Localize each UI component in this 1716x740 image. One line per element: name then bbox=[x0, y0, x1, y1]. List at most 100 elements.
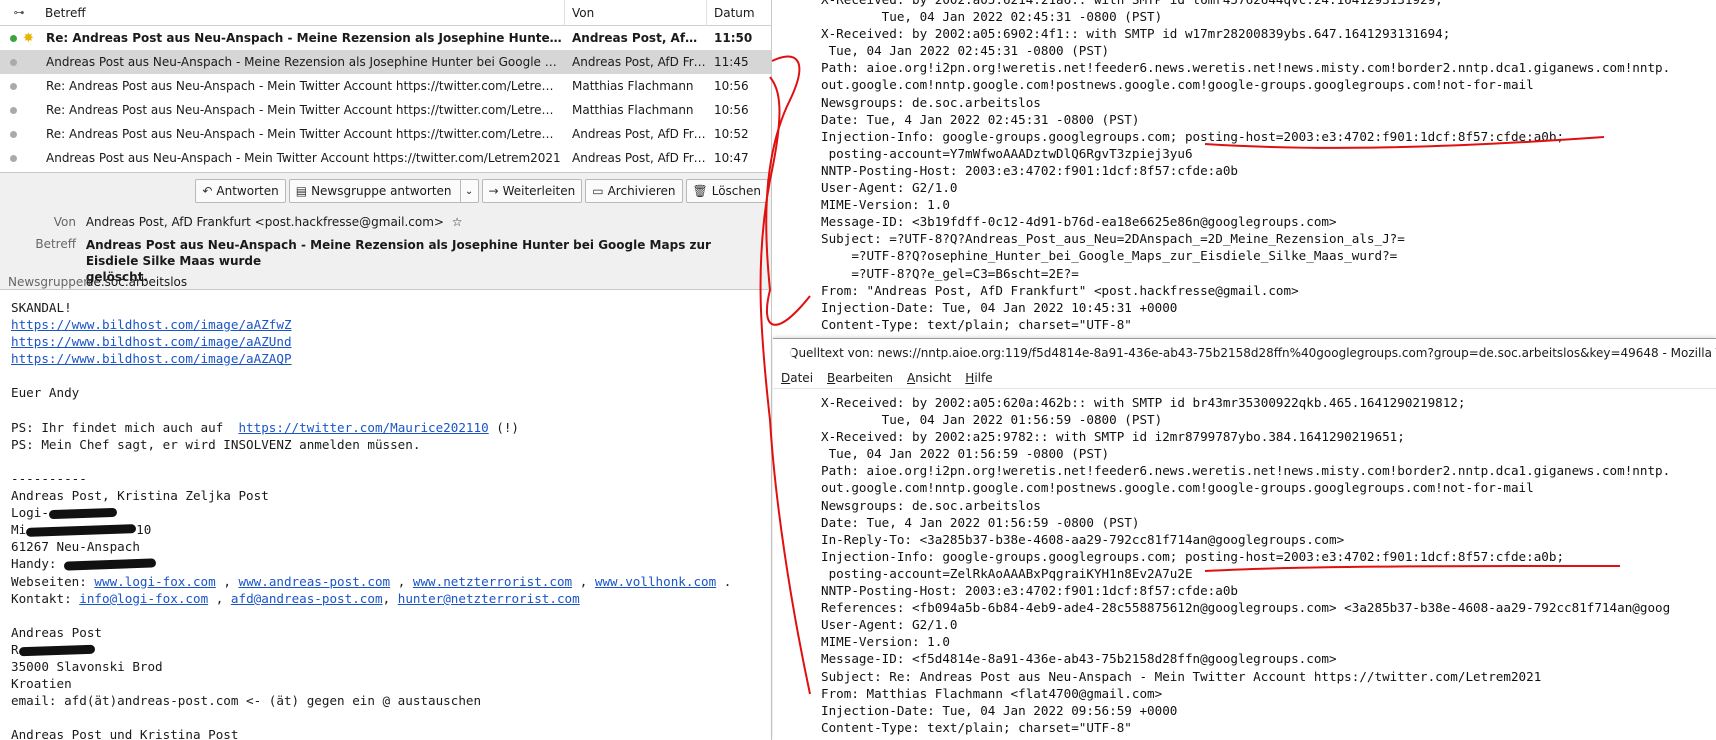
column-date[interactable]: Datum bbox=[707, 0, 771, 26]
mail-link[interactable]: afd@andreas-post.com bbox=[231, 591, 383, 606]
new-star-icon: ✸ bbox=[23, 30, 34, 46]
row-status-cell bbox=[0, 130, 38, 138]
body-link[interactable]: https://www.bildhost.com/image/aAZUnd bbox=[11, 334, 292, 349]
read-status-dot-icon[interactable] bbox=[10, 58, 17, 66]
read-status-dot-icon[interactable] bbox=[10, 130, 17, 138]
reply-newsgroup-button[interactable]: ▤ Newsgruppe antworten ⌄ bbox=[288, 179, 479, 203]
reply-icon: ↶ bbox=[202, 184, 213, 198]
archive-button[interactable]: ▭ Archivieren bbox=[585, 179, 683, 203]
thread-row[interactable]: Re: Andreas Post aus Neu-Anspach - Mein … bbox=[0, 98, 771, 122]
source-line: NNTP-Posting-Host: 2003:e3:4702:f901:1dc… bbox=[821, 162, 1239, 178]
reply-label: Antworten bbox=[216, 184, 279, 198]
source-line: =?UTF-8?Q?e_gel=C3=B6scht=2E?= bbox=[821, 265, 1079, 281]
chevron-down-icon[interactable]: ⌄ bbox=[459, 180, 478, 202]
row-status-cell bbox=[0, 58, 38, 66]
menu-bearbeiten-rest: earbeiten bbox=[835, 370, 893, 385]
source-line: Injection-Info: google-groups.googlegrou… bbox=[821, 128, 1565, 144]
delete-button[interactable]: 🗑 Löschen bbox=[685, 179, 768, 203]
row-date: 10:56 bbox=[714, 79, 749, 93]
source-line: References: <fb094a5b-6b84-4eb9-ade4-28c… bbox=[821, 600, 1671, 616]
body-last-line: Andreas Post und Kristina Post bbox=[11, 727, 239, 740]
row-from: Andreas Post, AfD Fran... bbox=[572, 55, 707, 69]
menu-ansicht[interactable]: Ansicht bbox=[907, 371, 951, 385]
thread-list: ✸ Re: Andreas Post aus Neu-Anspach - Mein… bbox=[0, 26, 771, 170]
source-line: =?UTF-8?Q?osephine_Hunter_bei_Google_Map… bbox=[821, 248, 1398, 264]
source-line: MIME-Version: 1.0 bbox=[821, 634, 950, 650]
menu-bearbeiten[interactable]: Bearbeiten bbox=[827, 371, 893, 385]
address2-email: email: afd(ät)andreas-post.com <- (ät) g… bbox=[11, 693, 482, 709]
reply-button[interactable]: ↶ Antworten bbox=[195, 179, 286, 203]
star-icon[interactable]: ☆ bbox=[452, 215, 463, 229]
source-line: Injection-Info: google-groups.googlegrou… bbox=[821, 548, 1565, 564]
source-line: posting-account=Y7mWfwoAAADztwDlQ6RgvT3z… bbox=[821, 145, 1193, 161]
mail-pane: ⊶ Betreff Von Datum ✸ Re: Andreas Post au… bbox=[0, 0, 772, 740]
row-subject: Andreas Post aus Neu-Anspach - Meine Rez… bbox=[46, 55, 565, 69]
thread-row[interactable]: ✸ Re: Andreas Post aus Neu-Anspach - Mein… bbox=[0, 26, 771, 50]
thread-row[interactable]: Andreas Post aus Neu-Anspach - Meine Rez… bbox=[0, 50, 771, 74]
signature-name: Andreas Post, Kristina Zeljka Post bbox=[11, 488, 269, 504]
source-line: posting-account=ZelRkAoAAABxPqgraiKYH1n8… bbox=[821, 565, 1193, 581]
row-from: Andreas Post, AfD Fran... bbox=[572, 151, 707, 165]
read-status-dot-icon[interactable] bbox=[10, 154, 17, 162]
source-line: X-Received: by 2002:a25:9782:: with SMTP… bbox=[821, 429, 1405, 445]
trash-icon: 🗑 bbox=[692, 184, 708, 198]
subject-line-1: Andreas Post aus Neu-Anspach - Meine Rez… bbox=[85, 238, 711, 268]
newsgroups-value[interactable]: de.soc.arbeitslos bbox=[86, 275, 187, 289]
mail-link[interactable]: info@logi-fox.com bbox=[79, 591, 208, 606]
menu-hilfe[interactable]: Hilfe bbox=[965, 371, 992, 385]
body-link[interactable]: https://www.bildhost.com/image/aAZfwZ bbox=[11, 317, 292, 332]
row-date: 11:50 bbox=[714, 31, 753, 45]
thread-row[interactable]: Andreas Post aus Neu-Anspach - Mein Twit… bbox=[0, 146, 771, 170]
menu-bar: Datei Bearbeiten Ansicht Hilfe bbox=[773, 367, 1716, 389]
column-from[interactable]: Von bbox=[565, 0, 707, 26]
address2-country: Kroatien bbox=[11, 676, 72, 692]
source-line: Path: aioe.org!i2pn.org!weretis.net!feed… bbox=[821, 60, 1671, 76]
window-titlebar[interactable]: Quelltext von: news://nntp.aioe.org:119/… bbox=[773, 339, 1716, 367]
forward-button[interactable]: → Weiterleiten bbox=[481, 179, 583, 203]
mail-link[interactable]: hunter@netzterrorist.com bbox=[398, 591, 580, 606]
redaction-mark bbox=[26, 524, 137, 538]
source-line: X-Received: by 2002:a05:6902:4f1:: with … bbox=[821, 26, 1451, 42]
source-line: Date: Tue, 4 Jan 2022 01:56:59 -0800 (PS… bbox=[821, 514, 1140, 530]
source-line: X-Received: by 2002:a05:6214:21a6:: with… bbox=[821, 0, 1716, 8]
address2-street: R bbox=[11, 641, 19, 657]
signature-web-label: Webseiten: bbox=[11, 573, 95, 589]
body-line: Euer Andy bbox=[11, 385, 80, 401]
body-line: PS: Ihr findet mich auch auf bbox=[11, 419, 239, 435]
redaction-mark bbox=[48, 507, 118, 520]
source-line: Tue, 04 Jan 2022 01:56:59 -0800 (PST) bbox=[821, 446, 1110, 462]
read-status-dot-icon[interactable] bbox=[10, 106, 17, 114]
source-line: out.google.com!nntp.google.com!postnews.… bbox=[821, 77, 1534, 93]
thread-row[interactable]: Re: Andreas Post aus Neu-Anspach - Mein … bbox=[0, 74, 771, 98]
read-status-dot-icon[interactable] bbox=[10, 34, 17, 42]
column-subject[interactable]: Betreff bbox=[38, 0, 565, 26]
row-from: Andreas Post, AfD Fra... bbox=[572, 31, 707, 45]
thread-list-header: ⊶ Betreff Von Datum bbox=[0, 0, 771, 26]
screenshot-root: ⊶ Betreff Von Datum ✸ Re: Andreas Post au… bbox=[0, 0, 1716, 740]
newsgroups-label: Newsgruppen bbox=[8, 275, 91, 289]
source-line: Subject: =?UTF-8?Q?Andreas_Post_aus_Neu=… bbox=[821, 231, 1405, 247]
source-line: Newsgroups: de.soc.arbeitslos bbox=[821, 94, 1041, 110]
row-date: 10:52 bbox=[714, 127, 749, 141]
web-link[interactable]: www.andreas-post.com bbox=[238, 574, 390, 589]
thread-toggle-icon[interactable]: ⊶ bbox=[0, 6, 38, 19]
source-line: MIME-Version: 1.0 bbox=[821, 197, 950, 213]
source-line: Subject: Re: Andreas Post aus Neu-Anspac… bbox=[821, 668, 1542, 684]
web-link[interactable]: www.logi-fox.com bbox=[94, 574, 215, 589]
reply-newsgroup-label: Newsgruppe antworten bbox=[311, 184, 452, 198]
row-date: 11:45 bbox=[714, 55, 749, 69]
web-link[interactable]: www.vollhonk.com bbox=[595, 574, 716, 589]
web-link[interactable]: www.netzterrorist.com bbox=[413, 574, 572, 589]
from-value[interactable]: Andreas Post, AfD Frankfurt <post.hackfr… bbox=[86, 215, 444, 229]
twitter-link[interactable]: https://twitter.com/Maurice202110 bbox=[238, 420, 488, 435]
body-link[interactable]: https://www.bildhost.com/image/aAZAQP bbox=[11, 351, 292, 366]
source-line: X-Received: by 2002:a05:620a:462b:: with… bbox=[821, 395, 1466, 410]
read-status-dot-icon[interactable] bbox=[10, 82, 17, 90]
menu-datei[interactable]: Datei bbox=[781, 371, 813, 385]
from-row: Von Andreas Post, AfD Frankfurt <post.ha… bbox=[0, 215, 463, 229]
row-from: Andreas Post, AfD Fran... bbox=[572, 127, 707, 141]
thread-row[interactable]: Re: Andreas Post aus Neu-Anspach - Mein … bbox=[0, 122, 771, 146]
message-actions: ↶ Antworten ▤ Newsgruppe antworten ⌄ → Weite… bbox=[195, 179, 768, 203]
source-line: Newsgroups: de.soc.arbeitslos bbox=[821, 497, 1041, 513]
source-line: In-Reply-To: <3a285b37-b38e-4608-aa29-79… bbox=[821, 531, 1345, 547]
